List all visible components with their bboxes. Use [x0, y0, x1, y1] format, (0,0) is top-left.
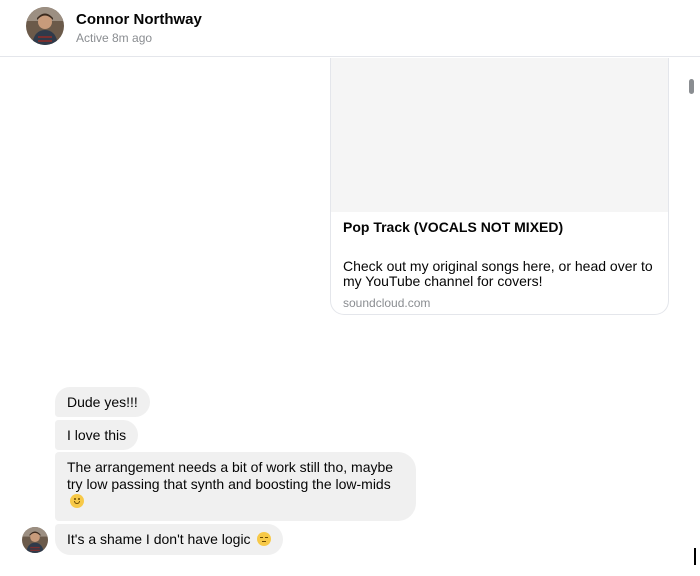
pensive-face-icon — [257, 532, 272, 546]
link-preview-description: Check out my original songs here, or hea… — [343, 258, 653, 289]
slightly-smiling-face-icon — [70, 494, 84, 508]
contact-avatar[interactable] — [26, 7, 64, 45]
message-bubble[interactable]: I love this — [55, 420, 139, 450]
scrollbar-thumb[interactable] — [689, 79, 694, 94]
conversation-header: Connor Northway Active 8m ago — [0, 0, 700, 57]
message-bubble[interactable]: The arrangement needs a bit of work stil… — [55, 452, 416, 521]
message-bubble[interactable]: It's a shame I don't have logic — [55, 524, 284, 555]
text-cursor — [694, 548, 696, 565]
contact-name[interactable]: Connor Northway — [76, 11, 202, 28]
link-preview-title: Pop Track (VOCALS NOT MIXED) — [343, 219, 564, 235]
message-bubble[interactable]: Dude yes!!! — [55, 387, 150, 417]
sender-avatar[interactable] — [22, 527, 48, 553]
link-preview-domain: soundcloud.com — [343, 296, 431, 310]
link-preview-image[interactable] — [331, 58, 668, 212]
active-status: Active 8m ago — [76, 31, 153, 45]
message-text: I love this — [67, 427, 127, 443]
message-text: The arrangement needs a bit of work stil… — [67, 459, 394, 492]
message-text: It's a shame I don't have logic — [67, 531, 251, 547]
link-preview-card[interactable]: Pop Track (VOCALS NOT MIXED) Check out m… — [330, 58, 669, 315]
message-text: Dude yes!!! — [67, 394, 138, 410]
